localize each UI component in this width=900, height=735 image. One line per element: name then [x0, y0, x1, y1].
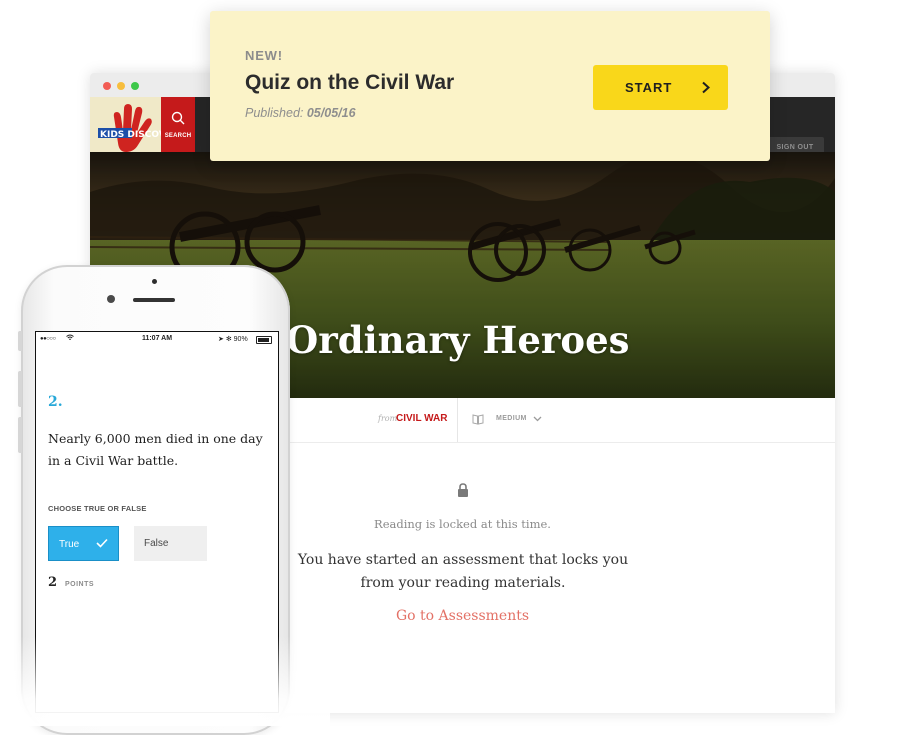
- answer-instruction: CHOOSE TRUE OR FALSE: [48, 504, 147, 513]
- article-title: Ordinary Heroes: [286, 318, 630, 362]
- checkmark-icon: [96, 538, 108, 548]
- bluetooth-icon: ✻: [225, 336, 232, 343]
- answer-true-option[interactable]: True: [48, 526, 119, 561]
- search-label: SEARCH: [164, 133, 192, 139]
- chevron-right-icon: [702, 81, 710, 94]
- new-badge: NEW!: [245, 48, 283, 63]
- answer-false-label: False: [144, 538, 169, 549]
- published-date: 05/05/16: [306, 106, 356, 120]
- phone-fade-overlay: [0, 636, 330, 726]
- start-quiz-button[interactable]: START: [593, 65, 728, 110]
- volume-down-button: [18, 417, 22, 453]
- maximize-window-button[interactable]: [131, 82, 139, 90]
- search-button[interactable]: SEARCH: [161, 97, 195, 152]
- battery-icon: [256, 336, 272, 344]
- search-icon: [171, 111, 185, 125]
- minimize-window-button[interactable]: [117, 82, 125, 90]
- phone-speaker: [133, 298, 175, 302]
- points-label: POINTS: [65, 581, 95, 588]
- start-label: START: [625, 80, 673, 95]
- logo-text: KIDS DISCOVER: [100, 130, 161, 140]
- published-info: Published: 05/05/16: [245, 106, 356, 120]
- lock-icon: [458, 483, 468, 497]
- book-icon: [472, 414, 484, 425]
- quiz-title: Quiz on the Civil War: [245, 71, 455, 94]
- status-bar: ●●○○○ 11:07 AM ➤ ✻ 90%: [36, 332, 278, 346]
- answer-true-label: True: [59, 539, 80, 550]
- front-camera-icon: [107, 295, 115, 303]
- answer-false-option[interactable]: False: [134, 526, 207, 561]
- phone-sensor: [152, 279, 157, 284]
- from-label: from: [378, 414, 398, 423]
- locked-message: You have started an assessment that lock…: [297, 552, 629, 591]
- reading-level-select[interactable]: MEDIUM: [496, 415, 527, 422]
- location-icon: ➤: [218, 336, 224, 343]
- chevron-down-icon[interactable]: [533, 414, 542, 423]
- mute-switch: [18, 331, 22, 351]
- topic-link[interactable]: CIVIL WAR: [396, 413, 447, 424]
- question-number: 2.: [48, 394, 63, 410]
- status-right: ➤ ✻ 90%: [218, 335, 248, 343]
- published-label: Published:: [245, 106, 304, 120]
- meta-divider: [457, 398, 458, 442]
- volume-up-button: [18, 371, 22, 407]
- close-window-button[interactable]: [103, 82, 111, 90]
- quiz-notification-card: NEW! Quiz on the Civil War Published: 05…: [210, 11, 770, 161]
- battery-percent: 90%: [233, 336, 248, 343]
- question-text: Nearly 6,000 men died in one day in a Ci…: [48, 431, 263, 468]
- points-value: 2: [48, 575, 58, 590]
